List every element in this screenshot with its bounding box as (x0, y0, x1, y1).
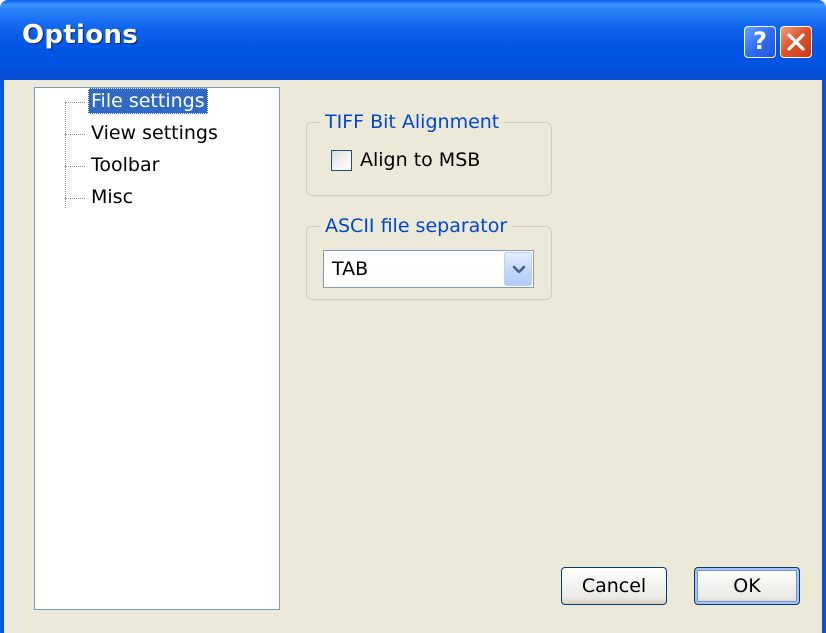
ascii-separator-group: ASCII file separator TAB (306, 214, 552, 300)
ok-button[interactable]: OK (694, 567, 800, 605)
options-dialog: Options ? File settings View settings To… (0, 0, 826, 633)
tree-item-label: Toolbar (91, 154, 160, 176)
close-icon (787, 33, 805, 51)
title-bar[interactable]: Options ? (0, 0, 826, 80)
tree-branch-line (65, 198, 85, 199)
dialog-body: File settings View settings Toolbar Misc… (4, 80, 822, 633)
cancel-button[interactable]: Cancel (561, 567, 667, 605)
tree-item-label: File settings (88, 88, 208, 114)
tree-item-misc[interactable]: Misc (35, 184, 265, 214)
settings-tree[interactable]: File settings View settings Toolbar Misc (34, 87, 280, 610)
align-to-msb-label[interactable]: Align to MSB (360, 147, 480, 173)
tree-item-view-settings[interactable]: View settings (35, 120, 265, 150)
group-legend: ASCII file separator (321, 214, 512, 238)
tree-item-toolbar[interactable]: Toolbar (35, 152, 265, 182)
tiff-bit-alignment-group: TIFF Bit Alignment Align to MSB (306, 110, 552, 196)
separator-select-value: TAB (332, 258, 369, 280)
tree-item-label: View settings (91, 122, 218, 144)
chevron-down-icon (512, 265, 526, 274)
close-button[interactable] (780, 26, 812, 58)
align-to-msb-checkbox[interactable] (331, 150, 352, 171)
dropdown-arrow-button[interactable] (504, 252, 532, 286)
tree-branch-line (65, 134, 85, 135)
tree-branch-line (65, 166, 85, 167)
dialog-title: Options (22, 20, 139, 50)
tree-item-file-settings[interactable]: File settings (35, 88, 265, 118)
tree-item-label: Misc (91, 186, 134, 208)
separator-select[interactable]: TAB (323, 250, 534, 288)
tree-branch-line (65, 102, 85, 103)
group-legend: TIFF Bit Alignment (321, 110, 504, 134)
help-button[interactable]: ? (744, 26, 776, 58)
